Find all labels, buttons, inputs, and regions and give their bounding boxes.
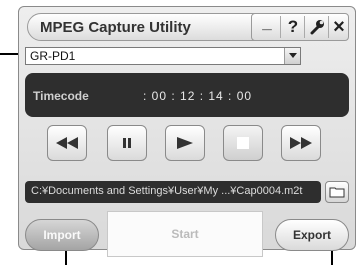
stop-icon [237, 137, 249, 149]
capture-utility-window: MPEG Capture Utility _ ? × GR-PD1 Timeco… [18, 6, 356, 257]
browse-folder-button[interactable] [325, 181, 349, 203]
timecode-display: Timecode : 00 : 12 : 14 : 00 [25, 73, 349, 117]
minimize-icon: _ [262, 13, 272, 32]
fast-forward-button[interactable] [281, 125, 321, 161]
output-path-field[interactable]: C:¥Documents and Settings¥User¥My ...¥Ca… [25, 181, 321, 203]
timecode-value: : 00 : 12 : 14 : 00 [143, 89, 253, 103]
import-button[interactable]: Import [25, 219, 99, 251]
help-icon: ? [287, 17, 299, 36]
fast-forward-icon [290, 137, 312, 149]
titlebar-button-group: _ ? × [251, 13, 349, 41]
minimize-button[interactable]: _ [256, 13, 278, 38]
rewind-button[interactable] [47, 125, 87, 161]
title-bar[interactable]: MPEG Capture Utility [27, 13, 271, 41]
start-button[interactable]: Start [107, 211, 263, 257]
rewind-icon [56, 137, 78, 149]
export-button[interactable]: Export [275, 219, 349, 251]
window-title: MPEG Capture Utility [40, 19, 191, 36]
record-button[interactable] [223, 125, 263, 161]
play-button[interactable] [165, 125, 205, 161]
close-button[interactable]: × [328, 16, 350, 38]
timecode-label: Timecode [33, 89, 89, 103]
device-select-value: GR-PD1 [30, 49, 76, 63]
pause-icon [123, 138, 131, 148]
play-icon [177, 137, 193, 149]
device-select-dropdown-button[interactable] [284, 48, 300, 64]
help-button[interactable]: ? [282, 16, 304, 38]
device-select[interactable]: GR-PD1 [25, 47, 301, 65]
close-icon: × [333, 15, 345, 38]
wrench-icon [310, 20, 324, 35]
folder-icon [329, 187, 345, 198]
settings-button[interactable] [306, 16, 328, 38]
pause-button[interactable] [107, 125, 147, 161]
chevron-down-icon [288, 53, 297, 58]
output-path-value: C:¥Documents and Settings¥User¥My ...¥Ca… [31, 185, 303, 197]
